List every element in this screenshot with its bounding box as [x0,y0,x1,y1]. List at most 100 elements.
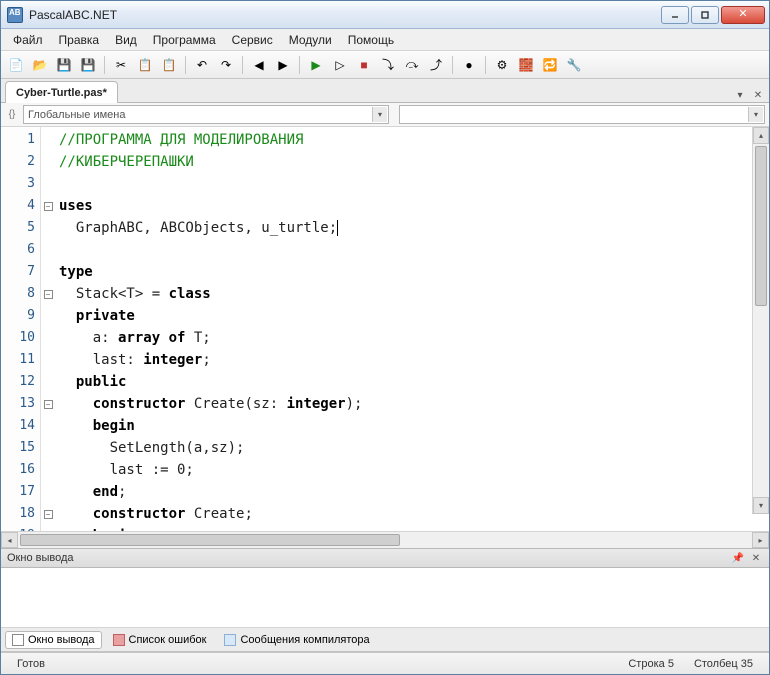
tab-dropdown-icon[interactable]: ▾ [733,88,747,102]
copy-icon[interactable]: 📋 [134,54,156,76]
step-into-icon[interactable]: ⤵ [377,54,399,76]
bottom-tab-output[interactable]: Окно вывода [5,631,102,649]
step-over-icon[interactable]: ⤼ [401,54,423,76]
fold-toggle[interactable]: − [44,202,53,211]
fold-toggle[interactable]: − [44,290,53,299]
app-window: PascalABC.NET ✕ ФайлПравкаВидПрограммаСе… [0,0,770,675]
redo-icon[interactable]: ↷ [215,54,237,76]
app-icon [7,7,23,23]
bottom-tab-label: Список ошибок [129,634,207,646]
nav-forward-icon[interactable]: ▶ [272,54,294,76]
bottom-tabs: Окно вывода Список ошибок Сообщения компил… [1,628,769,652]
code-line[interactable]: uses [59,195,765,217]
code-line[interactable]: SetLength(a,sz); [59,437,765,459]
bottom-tab-errors[interactable]: Список ошибок [106,631,214,649]
line-number-gutter: 123456789101112131415161718192021 [1,127,41,531]
code-line[interactable]: last := 0; [59,459,765,481]
menu-сервис[interactable]: Сервис [224,29,281,50]
code-line[interactable]: last: integer; [59,349,765,371]
cut-icon[interactable]: ✂ [110,54,132,76]
nav-back-icon[interactable]: ◀ [248,54,270,76]
code-line[interactable]: end; [59,481,765,503]
code-line[interactable] [59,239,765,261]
code-editor[interactable]: 123456789101112131415161718192021 − − − − /… [1,127,769,531]
menu-вид[interactable]: Вид [107,29,145,50]
code-line[interactable]: //ПРОГРАММА ДЛЯ МОДЕЛИРОВАНИЯ [59,129,765,151]
scope-icon: {} [5,108,19,122]
code-line[interactable]: Stack<T> = class [59,283,765,305]
close-icon[interactable]: ✕ [749,551,763,565]
scope-combo[interactable]: Глобальные имена ▾ [23,105,389,124]
scroll-up-icon[interactable]: ▴ [753,127,769,144]
code-line[interactable]: begin [59,525,765,531]
horizontal-scrollbar[interactable]: ◂ ▸ [1,531,769,548]
maximize-button[interactable] [691,6,719,24]
member-combo[interactable]: ▾ [399,105,765,124]
menu-bar: ФайлПравкаВидПрограммаСервисМодулиПомощь [1,29,769,51]
undo-icon[interactable]: ↶ [191,54,213,76]
scroll-thumb[interactable] [755,146,767,306]
rebuild-icon[interactable]: 🔁 [539,54,561,76]
code-line[interactable]: private [59,305,765,327]
code-line[interactable]: GraphABC, ABCObjects, u_turtle; [59,217,765,239]
code-line[interactable]: begin [59,415,765,437]
status-line: Строка 5 [618,658,684,670]
menu-правка[interactable]: Правка [51,29,108,50]
open-file-icon[interactable]: 📂 [29,54,51,76]
new-file-icon[interactable]: 📄 [5,54,27,76]
code-line[interactable]: constructor Create; [59,503,765,525]
code-line[interactable]: constructor Create(sz: integer); [59,393,765,415]
status-col: Столбец 35 [684,658,763,670]
menu-файл[interactable]: Файл [5,29,51,50]
status-ready: Готов [7,658,55,670]
fold-toggle[interactable]: − [44,400,53,409]
paste-icon[interactable]: 📋 [158,54,180,76]
toggle-breakpoint-icon[interactable]: ● [458,54,480,76]
stop-icon[interactable]: ■ [353,54,375,76]
bottom-tab-messages[interactable]: Сообщения компилятора [217,631,376,649]
navigation-bar: {} Глобальные имена ▾ ▾ [1,103,769,127]
code-content[interactable]: //ПРОГРАММА ДЛЯ МОДЕЛИРОВАНИЯ//КИБЕРЧЕРЕ… [55,127,769,531]
close-button[interactable]: ✕ [721,6,765,24]
save-all-icon[interactable]: 💾 [77,54,99,76]
run-no-debug-icon[interactable]: ▷ [329,54,351,76]
output-panel-title: Окно вывода [7,552,74,564]
scroll-right-icon[interactable]: ▸ [752,532,769,548]
scope-combo-text: Глобальные имена [28,109,126,121]
code-line[interactable]: a: array of T; [59,327,765,349]
code-line[interactable]: type [59,261,765,283]
scroll-thumb[interactable] [20,534,400,546]
editor-tab[interactable]: Cyber-Turtle.pas* [5,81,118,103]
editor-area: 123456789101112131415161718192021 − − − − /… [1,127,769,548]
tab-label: Cyber-Turtle.pas* [16,87,107,99]
save-icon[interactable]: 💾 [53,54,75,76]
chevron-down-icon: ▾ [748,107,763,122]
tab-close-icon[interactable]: ✕ [751,88,765,102]
build-icon[interactable]: 🧱 [515,54,537,76]
menu-модули[interactable]: Модули [281,29,340,50]
scroll-down-icon[interactable]: ▾ [753,497,769,514]
menu-программа[interactable]: Программа [145,29,224,50]
fold-gutter: − − − − [41,127,55,531]
output-panel-body[interactable] [1,568,769,628]
code-line[interactable]: public [59,371,765,393]
bottom-tab-label: Сообщения компилятора [240,634,369,646]
menu-помощь[interactable]: Помощь [340,29,402,50]
minimize-button[interactable] [661,6,689,24]
vertical-scrollbar[interactable]: ▴ ▾ [752,127,769,514]
bottom-tab-label: Окно вывода [28,634,95,646]
step-out-icon[interactable]: ⤴ [425,54,447,76]
main-toolbar: 📄📂💾💾✂📋📋↶↷◀▶▶▷■⤵⤼⤴●⚙🧱🔁🔧 [1,51,769,79]
code-line[interactable]: //КИБЕРЧЕРЕПАШКИ [59,151,765,173]
title-bar: PascalABC.NET ✕ [1,1,769,29]
code-line[interactable] [59,173,765,195]
pin-icon[interactable]: 📌 [731,551,745,565]
fold-toggle[interactable]: − [44,510,53,519]
editor-tabs: Cyber-Turtle.pas* ▾ ✕ [1,79,769,103]
chevron-down-icon: ▾ [372,107,387,122]
run-icon[interactable]: ▶ [305,54,327,76]
output-panel-header: Окно вывода 📌 ✕ [1,548,769,568]
scroll-left-icon[interactable]: ◂ [1,532,18,548]
configure-icon[interactable]: 🔧 [563,54,585,76]
compile-icon[interactable]: ⚙ [491,54,513,76]
